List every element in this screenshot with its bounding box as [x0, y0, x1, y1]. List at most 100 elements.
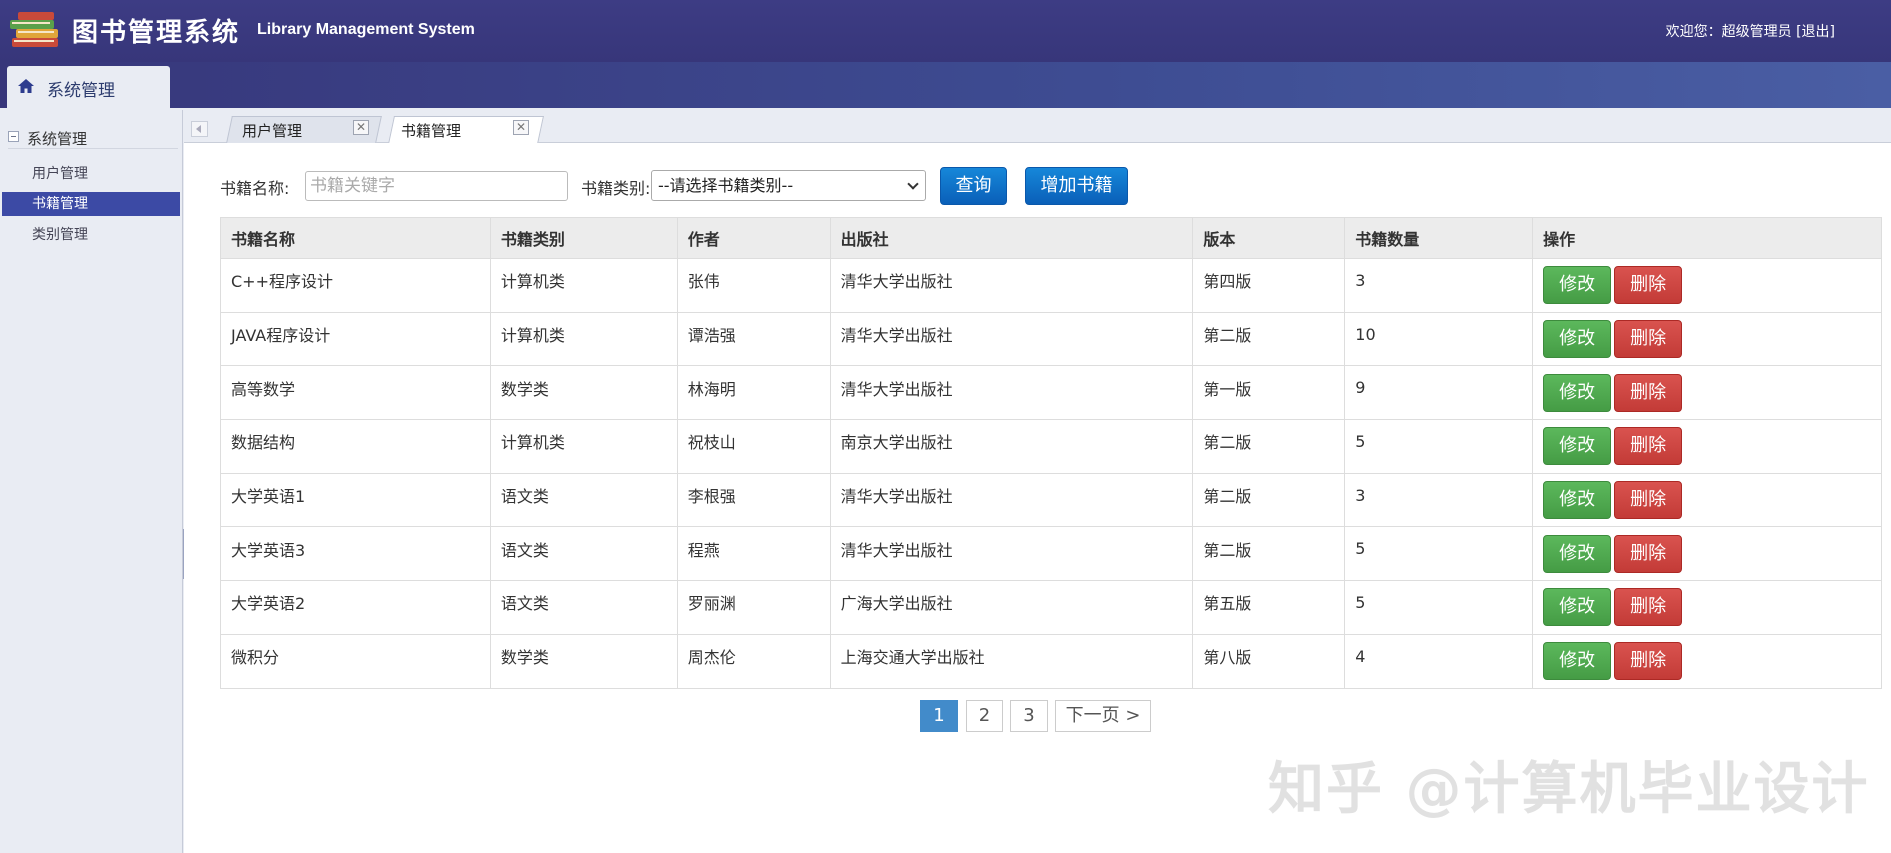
tab-users-label: 用户管理 — [242, 122, 303, 140]
home-icon — [18, 79, 34, 93]
book-name-label: 书籍名称: — [220, 179, 290, 198]
tab-scroll-left-icon[interactable] — [191, 121, 208, 137]
edit-button[interactable]: 修改 — [1543, 427, 1612, 466]
page-3-button[interactable]: 3 — [1010, 700, 1048, 732]
col-header-quantity: 书籍数量 — [1344, 217, 1534, 259]
cell-author-text: 祝枝山 — [687, 433, 736, 453]
cell-category-text: 语文类 — [500, 540, 549, 560]
cell-actions: 修改 删除 — [1532, 633, 1882, 689]
cell-author-text: 张伟 — [687, 272, 720, 292]
col-header-publisher: 出版社 — [829, 217, 1194, 259]
cell-category-text: 语文类 — [500, 487, 549, 507]
edit-button[interactable]: 修改 — [1543, 588, 1612, 627]
cell-publisher: 清华大学出版社 — [829, 258, 1194, 313]
cell-name: JAVA程序设计 — [220, 311, 491, 367]
delete-button[interactable]: 删除 — [1614, 320, 1683, 359]
chevron-down-icon — [907, 178, 919, 190]
tab-books-close-icon[interactable]: ✕ — [513, 120, 529, 135]
edit-button[interactable]: 修改 — [1543, 320, 1612, 359]
edit-button[interactable]: 修改 — [1543, 373, 1612, 412]
delete-button[interactable]: 删除 — [1614, 427, 1683, 466]
cell-category-text: 数学类 — [500, 648, 549, 668]
delete-button[interactable]: 删除 — [1614, 481, 1683, 520]
edit-button[interactable]: 修改 — [1543, 534, 1612, 573]
cell-category: 计算机类 — [489, 311, 678, 367]
cell-publisher: 南京大学出版社 — [829, 419, 1194, 474]
tab-users-close-icon[interactable]: ✕ — [353, 120, 369, 135]
cell-publisher-text: 清华大学出版社 — [840, 272, 953, 292]
cell-author-text: 谭浩强 — [687, 326, 736, 346]
cell-publisher: 清华大学出版社 — [829, 365, 1194, 421]
sidebar-item-categories[interactable]: 类别管理 — [2, 223, 180, 247]
col-header-author: 作者 — [676, 217, 831, 259]
cell-quantity-text: 5 — [1355, 592, 1366, 612]
cell-name: 微积分 — [220, 633, 491, 689]
edit-button[interactable]: 修改 — [1543, 481, 1612, 520]
books-table: 书籍名称 书籍类别 作者 出版社 版本 书籍数量 操作 C++程序设计 计算机类张… — [220, 217, 1882, 689]
book-name-search-input[interactable] — [305, 171, 568, 201]
sidebar-item-books[interactable]: 书籍管理 — [2, 192, 180, 216]
cell-quantity: 5 — [1344, 526, 1534, 582]
edit-button[interactable]: 修改 — [1543, 642, 1612, 681]
add-book-button[interactable]: 增加书籍 — [1025, 167, 1128, 205]
query-button[interactable]: 查询 — [940, 167, 1007, 205]
delete-button[interactable]: 删除 — [1614, 534, 1683, 573]
cell-category: 数学类 — [489, 365, 678, 421]
cell-name: 大学英语2 — [220, 580, 491, 635]
cell-quantity: 3 — [1344, 258, 1534, 313]
cell-quantity: 5 — [1344, 419, 1534, 474]
cell-name: 大学英语3 — [220, 526, 491, 582]
cell-edition-text: 第二版 — [1203, 433, 1252, 453]
table-row: 微积分 数学类 周杰伦 上海交通大学出版社 第八版 4 修改 删除 — [220, 633, 1882, 689]
col-header-edition: 版本 — [1192, 217, 1346, 259]
cell-publisher-text: 广海大学出版社 — [840, 594, 953, 614]
cell-category: 计算机类 — [489, 419, 678, 474]
cell-quantity: 3 — [1344, 472, 1534, 528]
cell-edition: 第四版 — [1192, 258, 1346, 313]
cell-edition: 第八版 — [1192, 633, 1346, 689]
cell-category: 数学类 — [489, 633, 678, 689]
cell-author: 罗丽渊 — [676, 580, 831, 635]
cell-category-text: 计算机类 — [500, 326, 565, 346]
cell-category-text: 计算机类 — [500, 272, 565, 292]
cell-category: 语文类 — [489, 580, 678, 635]
col-header-name: 书籍名称 — [220, 217, 491, 259]
cell-actions: 修改 删除 — [1532, 580, 1882, 635]
cell-quantity-text: 3 — [1355, 270, 1366, 290]
table-row: JAVA程序设计 计算机类 谭浩强 清华大学出版社 第二版 10 修改 删除 — [220, 311, 1882, 367]
sidebar-item-users[interactable]: 用户管理 — [2, 162, 180, 186]
delete-button[interactable]: 删除 — [1614, 642, 1683, 681]
book-category-select[interactable]: --请选择书籍类别-- — [651, 170, 926, 201]
cell-publisher: 广海大学出版社 — [829, 580, 1194, 635]
cell-author: 林海明 — [676, 365, 831, 421]
module-tab-system[interactable]: 系统管理 — [7, 66, 170, 110]
cell-name-text: 大学英语1 — [231, 487, 306, 507]
delete-button[interactable]: 删除 — [1614, 266, 1683, 305]
cell-category-text: 数学类 — [500, 379, 549, 399]
delete-button[interactable]: 删除 — [1614, 588, 1683, 627]
logout-link[interactable]: [退出] — [1796, 24, 1835, 40]
edit-button[interactable]: 修改 — [1543, 266, 1612, 305]
next-page-button[interactable]: 下一页 > — [1055, 700, 1151, 732]
cell-publisher: 上海交通大学出版社 — [829, 633, 1194, 689]
table-row: 大学英语1 语文类 李根强 清华大学出版社 第二版 3 修改 删除 — [220, 472, 1882, 528]
table-row: C++程序设计 计算机类 张伟 清华大学出版社 第四版 3 修改 删除 — [220, 258, 1882, 313]
cell-quantity: 5 — [1344, 580, 1534, 635]
delete-button[interactable]: 删除 — [1614, 373, 1683, 412]
sidebar-group-header[interactable]: 系统管理 — [0, 124, 183, 150]
page-2-button[interactable]: 2 — [966, 700, 1003, 732]
cell-quantity: 9 — [1344, 365, 1534, 421]
cell-edition-text: 第二版 — [1203, 540, 1252, 560]
cell-publisher-text: 清华大学出版社 — [840, 487, 953, 507]
col-header-actions: 操作 — [1532, 217, 1882, 259]
cell-author-text: 罗丽渊 — [687, 594, 736, 614]
table-row: 数据结构 计算机类 祝枝山 南京大学出版社 第二版 5 修改 删除 — [220, 419, 1882, 474]
cell-author-text: 周杰伦 — [687, 648, 736, 668]
cell-edition: 第二版 — [1192, 419, 1346, 474]
welcome-text: 欢迎您：超级管理员 — [1665, 24, 1792, 40]
cell-actions: 修改 删除 — [1532, 526, 1882, 582]
page-1-button[interactable]: 1 — [920, 700, 958, 732]
cell-author: 李根强 — [676, 472, 831, 528]
table-row: 高等数学 数学类 林海明 清华大学出版社 第一版 9 修改 删除 — [220, 365, 1882, 421]
cell-name-text: 数据结构 — [231, 433, 296, 453]
